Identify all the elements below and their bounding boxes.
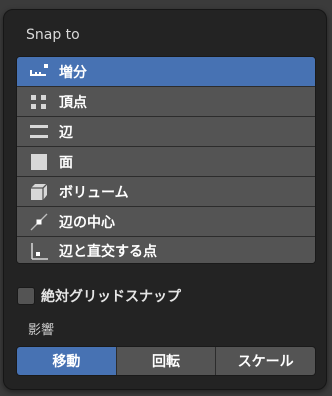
- affect-rotate-button[interactable]: 回転: [116, 347, 217, 375]
- snap-item-vertex[interactable]: 頂点: [17, 87, 315, 117]
- snap-item-face[interactable]: 面: [17, 147, 315, 177]
- face-icon: [29, 152, 49, 172]
- absolute-grid-snap-label: 絶対グリッドスナップ: [41, 289, 181, 305]
- snap-item-label: 辺の中心: [59, 214, 115, 231]
- snap-item-label: 辺: [59, 124, 73, 141]
- affect-scale-button[interactable]: スケール: [216, 347, 315, 375]
- snap-item-edge-center[interactable]: 辺の中心: [17, 207, 315, 237]
- snap-item-label: 増分: [59, 64, 87, 81]
- snap-item-label: ボリューム: [59, 184, 129, 201]
- snap-item-label: 辺と直交する点: [59, 244, 157, 260]
- increment-icon: [29, 62, 49, 82]
- snap-item-edge-perpendicular[interactable]: 辺と直交する点: [17, 237, 315, 263]
- absolute-grid-snap-checkbox[interactable]: [17, 287, 35, 305]
- affect-move-button[interactable]: 移動: [17, 347, 117, 375]
- edge-icon: [29, 122, 49, 142]
- snap-item-increment[interactable]: 増分: [17, 57, 315, 87]
- absolute-grid-snap-option[interactable]: 絶対グリッドスナップ: [17, 286, 181, 306]
- snap-to-header: Snap to: [26, 27, 80, 43]
- volume-icon: [29, 182, 49, 202]
- affect-label: 影響: [28, 323, 55, 338]
- edge-center-icon: [29, 212, 49, 232]
- snap-options-list: 増分 頂点 辺 面 ボリューム 辺の中心 辺と直交する点: [16, 56, 316, 264]
- edge-perpendicular-icon: [29, 241, 49, 261]
- snap-item-label: 頂点: [59, 94, 87, 111]
- snap-item-label: 面: [59, 154, 73, 171]
- affect-segmented-control: 移動 回転 スケール: [16, 346, 316, 376]
- snap-item-volume[interactable]: ボリューム: [17, 177, 315, 207]
- snap-item-edge[interactable]: 辺: [17, 117, 315, 147]
- vertex-icon: [29, 92, 49, 112]
